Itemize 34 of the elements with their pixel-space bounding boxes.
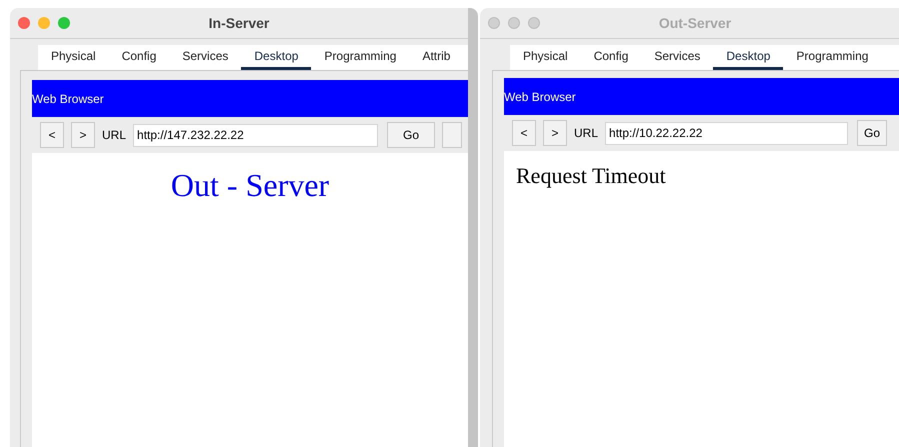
tab[interactable]: Attrib: [409, 45, 464, 70]
tab[interactable]: Services: [169, 45, 242, 70]
url-label: URL: [102, 128, 126, 142]
back-button[interactable]: <: [512, 120, 536, 146]
tab[interactable]: Config: [580, 45, 642, 70]
url-field[interactable]: http://10.22.22.22: [605, 122, 848, 144]
tab[interactable]: Programming: [311, 45, 410, 70]
window-control-icon[interactable]: [58, 17, 70, 29]
window-control-icon[interactable]: [38, 17, 50, 29]
window-control-icon[interactable]: [508, 17, 520, 29]
page-heading: Out - Server: [170, 166, 330, 204]
window-title: Out-Server: [658, 15, 732, 31]
tab[interactable]: Config: [108, 45, 170, 70]
url-field[interactable]: http://147.232.22.22: [133, 124, 378, 146]
back-button[interactable]: <: [40, 122, 64, 148]
tab[interactable]: Services: [641, 45, 714, 70]
window-control-icon[interactable]: [18, 17, 30, 29]
window-control-icon[interactable]: [528, 17, 540, 29]
go-button[interactable]: Go: [387, 122, 436, 148]
panel-header: Web Browser: [32, 80, 468, 117]
tab[interactable]: Physical: [38, 45, 109, 70]
window-title: In-Server: [208, 15, 270, 31]
forward-button[interactable]: >: [543, 120, 567, 146]
tab[interactable]: Desktop: [713, 45, 784, 70]
page-text: Request Timeout: [515, 162, 667, 189]
url-label: URL: [574, 126, 598, 140]
tab[interactable]: Physical: [510, 45, 581, 70]
panel-header: Web Browser: [504, 78, 899, 115]
window-control-icon[interactable]: [488, 17, 500, 29]
tab[interactable]: Desktop: [241, 45, 312, 70]
toolbar-button[interactable]: [442, 122, 462, 148]
go-button[interactable]: Go: [857, 120, 888, 146]
forward-button[interactable]: >: [71, 122, 95, 148]
tab[interactable]: Programming: [783, 45, 882, 70]
